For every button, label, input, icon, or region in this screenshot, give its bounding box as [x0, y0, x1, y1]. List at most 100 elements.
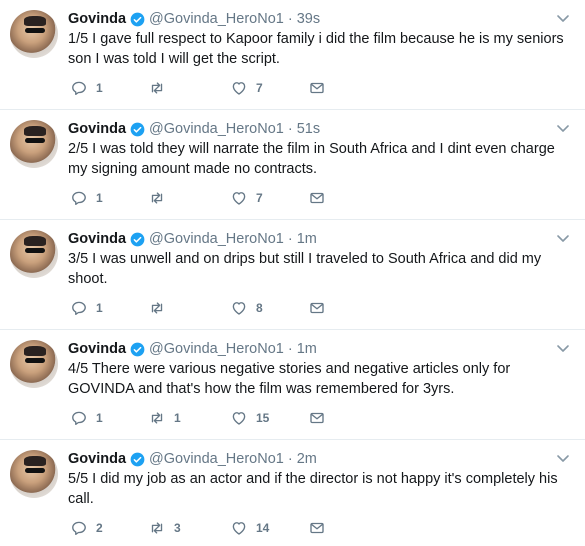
envelope-icon	[310, 412, 324, 424]
separator-dot: ·	[287, 341, 293, 357]
timestamp[interactable]: 1m	[297, 231, 317, 247]
reply-button[interactable]: 2	[70, 519, 103, 537]
timestamp[interactable]: 1m	[297, 341, 317, 357]
tweet-2[interactable]: Govinda @Govinda_HeroNo1 · 51s 2/5 I was…	[0, 110, 585, 220]
retweet-icon	[151, 82, 163, 94]
reply-icon	[72, 81, 86, 96]
tweet-text: 1/5 I gave full respect to Kapoor family…	[68, 31, 564, 67]
reply-count: 1	[96, 301, 103, 315]
reply-icon	[72, 521, 86, 536]
heart-icon	[232, 412, 246, 425]
direct-message-button[interactable]	[308, 409, 326, 427]
tweet-1[interactable]: Govinda @Govinda_HeroNo1 · 39s 1/5 I gav…	[0, 0, 585, 110]
verified-badge-icon	[130, 452, 145, 466]
avatar[interactable]	[10, 230, 58, 278]
separator-dot: ·	[287, 451, 293, 467]
like-button[interactable]: 7	[230, 79, 263, 97]
tweet-header: Govinda @Govinda_HeroNo1 · 51s	[68, 120, 320, 138]
author-name[interactable]: Govinda	[68, 231, 126, 247]
tweet-header: Govinda @Govinda_HeroNo1 · 1m	[68, 230, 317, 248]
timestamp[interactable]: 51s	[297, 121, 320, 137]
chevron-down-icon[interactable]	[555, 10, 571, 26]
direct-message-button[interactable]	[308, 519, 326, 537]
like-button[interactable]: 15	[230, 409, 269, 427]
like-count: 14	[256, 521, 270, 535]
author-name[interactable]: Govinda	[68, 451, 126, 467]
author-handle[interactable]: @Govinda_HeroNo1	[149, 121, 284, 137]
timestamp[interactable]: 2m	[297, 451, 317, 467]
tweet-text: 3/5 I was unwell and on drips but still …	[68, 251, 542, 287]
chevron-down-icon[interactable]	[555, 230, 571, 246]
tweet-3[interactable]: Govinda @Govinda_HeroNo1 · 1m 3/5 I was …	[0, 220, 585, 330]
chevron-down-icon[interactable]	[555, 340, 571, 356]
chevron-down-icon[interactable]	[555, 120, 571, 136]
author-handle[interactable]: @Govinda_HeroNo1	[149, 451, 284, 467]
retweet-button[interactable]	[148, 79, 174, 97]
author-handle[interactable]: @Govinda_HeroNo1	[149, 11, 284, 27]
avatar[interactable]	[10, 450, 58, 498]
chevron-down-icon[interactable]	[555, 450, 571, 466]
tweet-actions: 1 8	[68, 299, 368, 317]
tweet-header: Govinda @Govinda_HeroNo1 · 39s	[68, 10, 320, 28]
verified-badge-icon	[130, 232, 145, 246]
heart-icon	[232, 82, 246, 95]
retweet-button[interactable]	[148, 299, 174, 317]
retweet-icon	[151, 522, 163, 534]
reply-button[interactable]: 1	[70, 409, 103, 427]
retweet-button[interactable]	[148, 189, 174, 207]
retweet-button[interactable]: 3	[148, 519, 181, 537]
tweet-feed: Govinda @Govinda_HeroNo1 · 39s 1/5 I gav…	[0, 0, 585, 546]
heart-icon	[232, 302, 246, 315]
reply-button[interactable]: 1	[70, 299, 103, 317]
envelope-icon	[310, 302, 324, 314]
author-name[interactable]: Govinda	[68, 121, 126, 137]
envelope-icon	[310, 522, 324, 534]
like-count: 7	[256, 81, 263, 95]
author-name[interactable]: Govinda	[68, 11, 126, 27]
tweet-5[interactable]: Govinda @Govinda_HeroNo1 · 2m 5/5 I did …	[0, 440, 585, 546]
direct-message-button[interactable]	[308, 189, 326, 207]
separator-dot: ·	[287, 11, 293, 27]
reply-button[interactable]: 1	[70, 189, 103, 207]
reply-icon	[72, 191, 86, 206]
author-name[interactable]: Govinda	[68, 341, 126, 357]
retweet-button[interactable]: 1	[148, 409, 181, 427]
like-button[interactable]: 7	[230, 189, 263, 207]
reply-icon	[72, 301, 86, 316]
like-count: 15	[256, 411, 270, 425]
avatar[interactable]	[10, 120, 58, 168]
retweet-count: 1	[174, 411, 181, 425]
retweet-icon	[151, 412, 163, 424]
retweet-count: 3	[174, 521, 181, 535]
avatar[interactable]	[10, 340, 58, 388]
author-handle[interactable]: @Govinda_HeroNo1	[149, 341, 284, 357]
reply-count: 2	[96, 521, 103, 535]
separator-dot: ·	[287, 121, 293, 137]
tweet-text: 2/5 I was told they will narrate the fil…	[68, 141, 555, 177]
envelope-icon	[310, 192, 324, 204]
tweet-actions: 1 1 15	[68, 409, 368, 427]
tweet-header: Govinda @Govinda_HeroNo1 · 1m	[68, 340, 317, 358]
like-button[interactable]: 8	[230, 299, 263, 317]
verified-badge-icon	[130, 342, 145, 356]
reply-icon	[72, 411, 86, 426]
reply-count: 1	[96, 411, 103, 425]
like-button[interactable]: 14	[230, 519, 269, 537]
author-handle[interactable]: @Govinda_HeroNo1	[149, 231, 284, 247]
tweet-header: Govinda @Govinda_HeroNo1 · 2m	[68, 450, 317, 468]
reply-button[interactable]: 1	[70, 79, 103, 97]
retweet-icon	[151, 192, 163, 204]
reply-count: 1	[96, 191, 103, 205]
tweet-text: 5/5 I did my job as an actor and if the …	[68, 471, 558, 507]
direct-message-button[interactable]	[308, 79, 326, 97]
heart-icon	[232, 192, 246, 205]
verified-badge-icon	[130, 122, 145, 136]
tweet-4[interactable]: Govinda @Govinda_HeroNo1 · 1m 4/5 There …	[0, 330, 585, 440]
retweet-icon	[151, 302, 163, 314]
reply-count: 1	[96, 81, 103, 95]
timestamp[interactable]: 39s	[297, 11, 320, 27]
direct-message-button[interactable]	[308, 299, 326, 317]
tweet-actions: 1 7	[68, 79, 368, 97]
avatar[interactable]	[10, 10, 58, 58]
verified-badge-icon	[130, 12, 145, 26]
